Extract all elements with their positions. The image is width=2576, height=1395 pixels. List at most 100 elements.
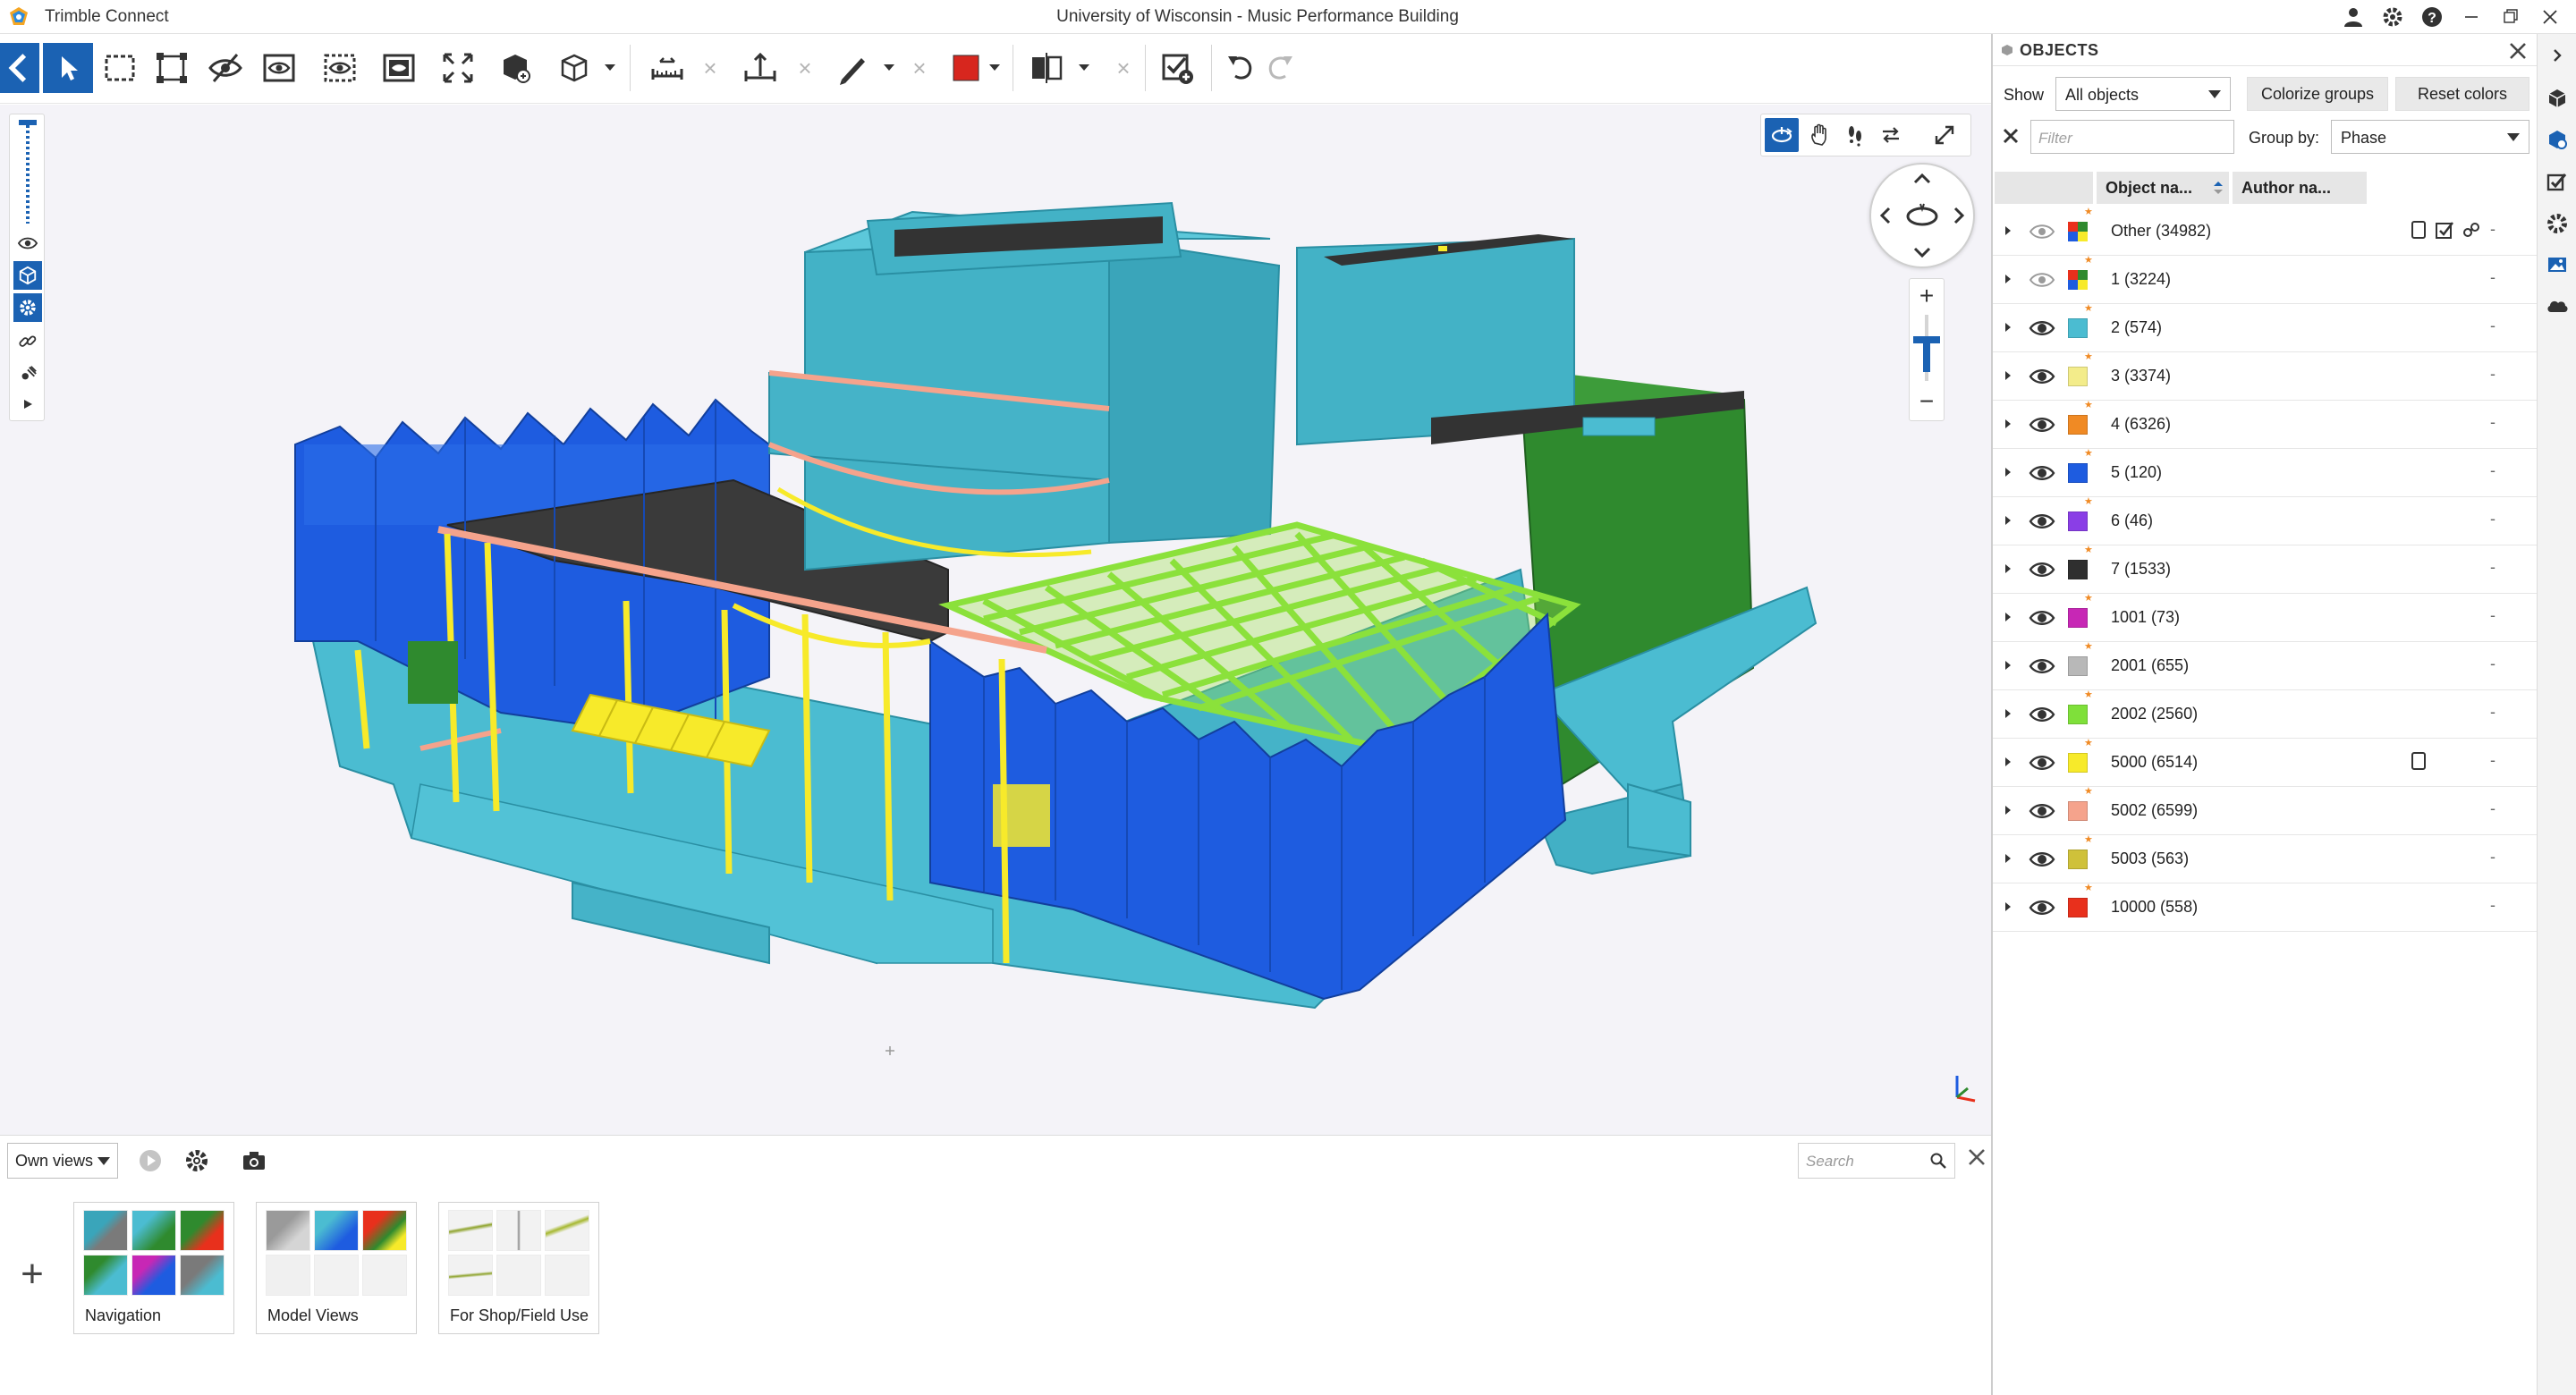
color-swatch[interactable] [2068, 608, 2088, 628]
gear-icon[interactable] [182, 1146, 211, 1175]
views-icon[interactable] [2545, 252, 2570, 277]
todo-icon[interactable] [2435, 220, 2454, 244]
help-icon[interactable]: ? [2419, 4, 2445, 30]
fit-all-icon[interactable] [433, 43, 483, 93]
link-icon[interactable] [13, 327, 42, 356]
color-dropdown-icon[interactable] [987, 61, 1002, 75]
color-swatch[interactable] [2068, 367, 2088, 386]
box-select-icon[interactable] [95, 43, 145, 93]
restore-icon[interactable] [2497, 4, 2524, 30]
table-row[interactable]: ★ 5002 (6599) - [1993, 786, 2538, 835]
show-all-icon[interactable] [315, 43, 365, 93]
section-icon[interactable] [1021, 43, 1072, 93]
view-card-navigation[interactable]: Navigation [73, 1202, 234, 1334]
document-icon[interactable] [2410, 220, 2428, 244]
play-circle-icon[interactable] [136, 1146, 165, 1175]
eye-icon[interactable] [2029, 222, 2055, 246]
objects-icon[interactable] [2545, 127, 2570, 152]
table-row[interactable]: ★ 4 (6326) - [1993, 400, 2538, 449]
redo-icon[interactable] [1256, 43, 1306, 93]
multi-color-swatch[interactable] [2068, 270, 2088, 290]
views-search-input[interactable]: Search [1798, 1143, 1955, 1179]
minimize-icon[interactable] [2458, 4, 2485, 30]
expand-arrow-icon[interactable] [2005, 757, 2011, 766]
back-icon[interactable] [0, 43, 39, 93]
hide-icon[interactable] [200, 43, 250, 93]
fit-select-icon[interactable] [147, 43, 197, 93]
view-cube-dropdown-icon[interactable] [603, 61, 617, 75]
sort-icon[interactable] [2213, 181, 2224, 199]
expand-arrow-icon[interactable] [2005, 806, 2011, 815]
table-row[interactable]: ★ 5 (120) - [1993, 448, 2538, 497]
clip-icon[interactable] [374, 43, 424, 93]
view-cube-icon[interactable] [549, 43, 599, 93]
color-swatch[interactable] [2068, 850, 2088, 869]
collapse-arrow-icon[interactable] [2545, 43, 2570, 68]
slider-icon[interactable] [13, 118, 42, 225]
building-model[interactable] [0, 105, 1991, 1135]
table-row[interactable]: ★ 7 (1533) - [1993, 545, 2538, 594]
eye-icon[interactable] [13, 229, 42, 258]
table-row[interactable]: ★ 3 (3374) - [1993, 351, 2538, 401]
camera-icon[interactable] [240, 1146, 268, 1175]
3d-viewport[interactable]: + − [0, 105, 1991, 1135]
expand-arrow-icon[interactable] [2005, 275, 2011, 283]
table-row[interactable]: ★ 2002 (2560) - [1993, 689, 2538, 739]
table-row[interactable]: ★ 1001 (73) - [1993, 593, 2538, 642]
table-row[interactable]: ★ 1 (3224) - [1993, 255, 2538, 304]
clear-filter-icon[interactable] [2002, 127, 2020, 149]
sun-icon[interactable] [13, 359, 42, 388]
column-header-author-name[interactable]: Author na... [2233, 172, 2367, 204]
section-dropdown-icon[interactable] [1077, 61, 1091, 75]
search-icon[interactable] [1929, 1152, 1947, 1174]
color-swatch[interactable] [2068, 656, 2088, 676]
expand-arrow-icon[interactable] [2005, 661, 2011, 670]
eye-icon[interactable] [2029, 415, 2055, 439]
swap-icon[interactable] [1874, 118, 1908, 152]
color-swatch[interactable] [2068, 415, 2088, 435]
expand-arrow-icon[interactable] [2005, 419, 2011, 428]
level-icon[interactable] [735, 43, 785, 93]
navigation-wheel[interactable] [1869, 163, 1975, 268]
table-row[interactable]: ★ Other (34982) - [1993, 207, 2538, 256]
eye-icon[interactable] [2029, 318, 2055, 342]
eye-icon[interactable] [2029, 656, 2055, 681]
zoom-in-button[interactable]: + [1910, 283, 1944, 309]
eye-icon[interactable] [2029, 705, 2055, 729]
reset-colors-button[interactable]: Reset colors [2395, 77, 2529, 111]
expand-arrow-icon[interactable] [2005, 516, 2011, 525]
cloud-icon[interactable] [2545, 293, 2570, 318]
play-icon[interactable] [13, 390, 42, 418]
eye-icon[interactable] [2029, 560, 2055, 584]
eye-icon[interactable] [2029, 801, 2055, 825]
clear-measure-icon[interactable]: × [699, 56, 721, 80]
document-icon[interactable] [2410, 751, 2428, 775]
filter-input[interactable]: Filter [2030, 120, 2234, 154]
measure-icon[interactable] [642, 43, 692, 93]
eye-icon[interactable] [2029, 463, 2055, 487]
markup-dropdown-icon[interactable] [882, 61, 896, 75]
models-icon[interactable] [2545, 86, 2570, 111]
expand-arrow-icon[interactable] [2005, 854, 2011, 863]
eye-icon[interactable] [2029, 850, 2055, 874]
eye-icon[interactable] [2029, 753, 2055, 777]
expand-arrow-icon[interactable] [2005, 226, 2011, 235]
color-swatch[interactable] [2068, 705, 2088, 724]
view-card-model-views[interactable]: Model Views [256, 1202, 417, 1334]
table-row[interactable]: ★ 2001 (655) - [1993, 641, 2538, 690]
walk-icon[interactable] [1838, 118, 1872, 152]
object-3d-icon[interactable] [490, 43, 540, 93]
cube-icon[interactable] [13, 261, 42, 290]
eye-icon[interactable] [2029, 367, 2055, 391]
user-icon[interactable] [2340, 4, 2367, 30]
colorize-groups-button[interactable]: Colorize groups [2247, 77, 2388, 111]
column-header-object-name[interactable]: Object na... [2097, 172, 2229, 204]
table-row[interactable]: ★ 2 (574) - [1993, 303, 2538, 352]
expand-arrow-icon[interactable] [2005, 902, 2011, 911]
close-icon[interactable] [1964, 1146, 1989, 1171]
eye-icon[interactable] [2029, 898, 2055, 922]
clear-section-icon[interactable]: × [1113, 56, 1134, 80]
select-icon[interactable] [43, 43, 93, 93]
eye-icon[interactable] [2029, 608, 2055, 632]
expand-arrow-icon[interactable] [2005, 371, 2011, 380]
